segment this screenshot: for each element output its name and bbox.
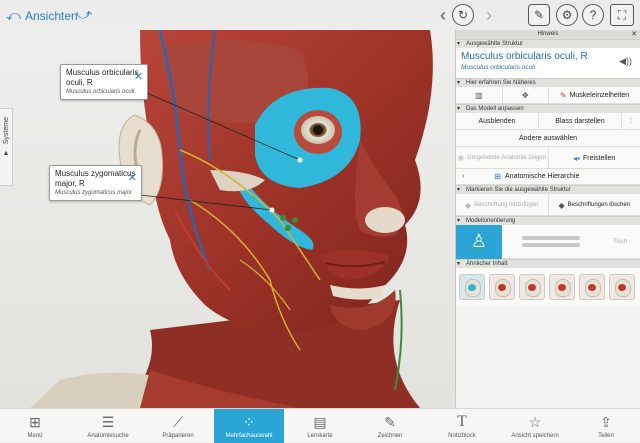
star-icon: ☆ xyxy=(526,413,544,431)
callout-name: Musculus orbicularis oculi, R xyxy=(66,68,142,88)
multi-select-button[interactable]: ⁘ Mehrfachauswahl xyxy=(214,409,284,443)
label-row: ◆ Beschriftung hinzufügen ◆ Beschriftung… xyxy=(456,194,640,216)
book-icon: ▥ xyxy=(475,91,483,100)
lying-poses xyxy=(502,236,600,247)
scalpel-icon: ⟋ xyxy=(169,413,187,431)
add-label-button[interactable]: ◆ Beschriftung hinzufügen xyxy=(456,194,549,216)
standing-figure-icon: ♙ xyxy=(471,231,487,252)
lying-supine-button[interactable] xyxy=(522,236,580,240)
similar-thumb[interactable] xyxy=(609,274,635,300)
hint-panel: Hinweis ✕ Ausgewählte Struktur Musculus … xyxy=(455,30,640,408)
isolate-icon: ◂▪ xyxy=(573,154,580,163)
save-view-button[interactable]: ☆ Ansicht speichern xyxy=(506,409,564,443)
muscle-details-button[interactable]: ✎ Muskeleinzelheiten xyxy=(549,87,640,103)
dissect-button[interactable]: ⟋ Präparieren xyxy=(152,409,204,443)
structure-latin-name: Musculus orbicularis oculi xyxy=(461,64,635,71)
nav-back-icon[interactable]: ‹ xyxy=(432,4,454,26)
panel-header: Hinweis ✕ xyxy=(456,30,640,39)
similar-thumb[interactable] xyxy=(459,274,485,300)
section-orientation[interactable]: Modellorientierung xyxy=(456,216,640,225)
structure-name: Musculus orbicularis oculi, R xyxy=(461,51,635,62)
similar-thumb[interactable] xyxy=(549,274,575,300)
back-arrow-icon: ⤺ xyxy=(6,7,21,24)
bottom-toolbar: ⊞ Menü ☰ Anatomiesuche ⟋ Präparieren ⁘ M… xyxy=(0,408,640,442)
sliders-button[interactable]: ⫶ xyxy=(622,113,640,129)
show-surrounding-button[interactable]: ❋ Umgebende Anatomie zeigen xyxy=(456,147,549,169)
adjust-row-2: Andere auswählen xyxy=(456,130,640,147)
chevron-right-icon: › xyxy=(462,173,464,180)
surrounding-icon: ❋ xyxy=(458,154,465,163)
hierarchy-icon: ⊞ xyxy=(494,172,501,181)
close-icon[interactable]: ✕ xyxy=(128,171,137,184)
lying-prone-button[interactable] xyxy=(522,243,580,247)
anatomy-hierarchy-row[interactable]: › ⊞ Anatomische Hierarchie xyxy=(456,169,640,185)
help-icon[interactable]: ? xyxy=(582,4,604,26)
anatomy-3d-viewport[interactable]: Systeme ▲ Musculus orbicularis oculi, R … xyxy=(0,30,455,408)
flashcard-button[interactable]: ▤ Lernkarte xyxy=(296,409,344,443)
pencil-icon: ✎ xyxy=(381,413,399,431)
back-button[interactable]: ⤺ Ansichten xyxy=(6,7,78,24)
select-others-button[interactable]: Andere auswählen xyxy=(456,130,640,146)
muscle-details-label: Muskeleinzelheiten xyxy=(570,92,630,99)
similar-thumb[interactable] xyxy=(489,274,515,300)
fullscreen-icon[interactable]: ⛶ xyxy=(610,4,634,26)
section-adjust-model[interactable]: Das Modell anpassen xyxy=(456,104,640,113)
back-label: Ansichten xyxy=(25,9,78,23)
section-mark-structure[interactable]: Markieren Sie die ausgewählte Struktur xyxy=(456,185,640,194)
hide-button[interactable]: Ausblenden xyxy=(456,113,539,129)
nav-forward-icon[interactable]: › xyxy=(478,4,500,26)
animation-button[interactable]: ✥ xyxy=(503,87,550,103)
close-icon[interactable]: ✕ xyxy=(134,70,143,83)
callout-latin: Musculus zygomaticus major xyxy=(55,189,136,197)
standing-pose-button[interactable]: ♙ xyxy=(456,225,502,259)
callout-name: Musculus zygomaticus major, R xyxy=(55,169,136,189)
sliders-icon: ⫶ xyxy=(630,116,632,126)
search-list-icon: ☰ xyxy=(99,413,117,431)
selection-mode-icon[interactable]: ✎ xyxy=(528,4,550,26)
redo-icon[interactable]: ⤻ xyxy=(76,6,92,23)
systems-tab[interactable]: Systeme ▲ xyxy=(0,108,13,186)
callout-zygomaticus-major[interactable]: Musculus zygomaticus major, R Musculus z… xyxy=(49,165,142,201)
systems-tab-icon: ▲ xyxy=(3,150,10,157)
similar-thumb[interactable] xyxy=(519,274,545,300)
section-selected-structure[interactable]: Ausgewählte Struktur xyxy=(456,39,640,48)
delete-pin-icon: ◆ xyxy=(558,201,564,210)
share-icon: ⇪ xyxy=(597,413,615,431)
section-learn-more[interactable]: Hier erfahren Sie Näheres xyxy=(456,78,640,87)
animation-icon: ✥ xyxy=(522,91,529,100)
top-bar: ⤺ Ansichten ⤻ ‹ ↻ › ✎ ⚙ ? ⛶ xyxy=(0,0,640,30)
similar-content-list xyxy=(456,268,640,306)
isolate-button[interactable]: ◂▪ Freistellen xyxy=(549,147,640,169)
panel-title: Hinweis xyxy=(537,31,558,37)
speaker-icon[interactable]: ◀)) xyxy=(619,56,632,67)
panel-close-icon[interactable]: ✕ xyxy=(631,30,637,39)
multi-select-icon: ⁘ xyxy=(240,413,258,431)
flashcard-icon: ▤ xyxy=(311,413,329,431)
systems-tab-label: Systeme xyxy=(3,117,10,144)
fade-button[interactable]: Blass darstellen xyxy=(539,113,622,129)
anatomy-search-button[interactable]: ☰ Anatomiesuche xyxy=(80,409,136,443)
settings-gear-icon[interactable]: ⚙ xyxy=(556,4,578,26)
reset-view-icon[interactable]: ↻ xyxy=(452,4,474,26)
adjust-row-3: ❋ Umgebende Anatomie zeigen ◂▪ Freistell… xyxy=(456,147,640,169)
callout-latin: Musculus orbicularis oculi xyxy=(66,88,142,96)
book-button[interactable]: ▥ xyxy=(456,87,503,103)
menu-button[interactable]: ⊞ Menü xyxy=(12,409,58,443)
selected-structure-box: Musculus orbicularis oculi, R Musculus o… xyxy=(456,48,640,78)
share-button[interactable]: ⇪ Teilen xyxy=(584,409,628,443)
adjust-row-1: Ausblenden Blass darstellen ⫶ xyxy=(456,113,640,130)
pin-icon: ◆ xyxy=(465,201,471,210)
callout-orbicularis-oculi[interactable]: Musculus orbicularis oculi, R Musculus o… xyxy=(60,64,148,100)
muscle-pin-icon: ✎ xyxy=(560,91,567,100)
similar-thumb[interactable] xyxy=(579,274,605,300)
learn-more-row: ▥ ✥ ✎ Muskeleinzelheiten xyxy=(456,87,640,104)
grid-icon: ⊞ xyxy=(26,413,44,431)
draw-button[interactable]: ✎ Zeichnen xyxy=(366,409,414,443)
notepad-button[interactable]: T Notizblock xyxy=(438,409,486,443)
table-button[interactable]: Tisch xyxy=(600,239,640,245)
delete-labels-button[interactable]: ◆ Beschriftungen löschen xyxy=(549,194,640,216)
text-icon: T xyxy=(453,413,471,431)
orientation-row: ♙ Tisch xyxy=(456,225,640,259)
section-similar-content[interactable]: Ähnlicher Inhalt xyxy=(456,259,640,268)
